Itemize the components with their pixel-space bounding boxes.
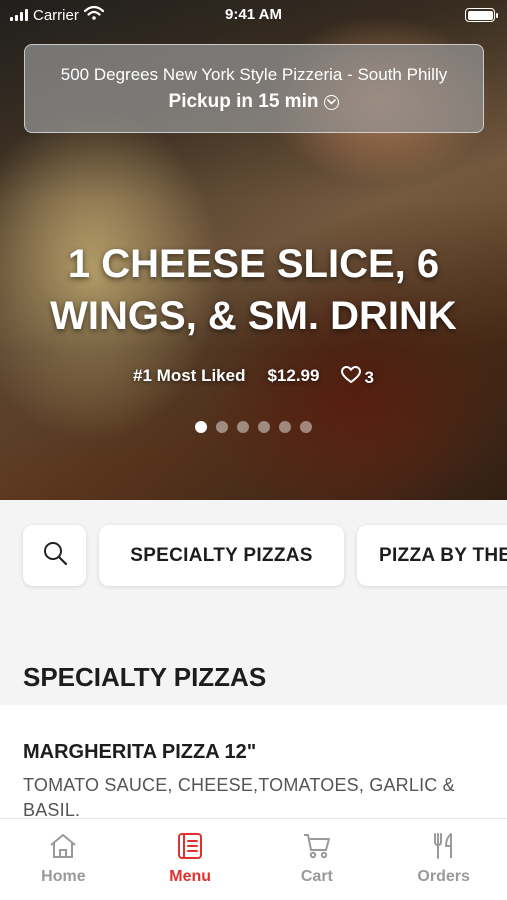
- promo-rank: #1 Most Liked: [133, 366, 246, 385]
- cart-icon: [302, 832, 332, 860]
- tab-cart[interactable]: Cart: [254, 819, 381, 900]
- menu-item[interactable]: MARGHERITA PIZZA 12" TOMATO SAUCE, CHEES…: [0, 705, 507, 820]
- section-title: SPECIALTY PIZZAS: [23, 662, 267, 692]
- battery-icon: [465, 8, 498, 22]
- pickup-time-label: Pickup in 15 min: [168, 91, 319, 112]
- carousel-dot[interactable]: [279, 421, 291, 433]
- tab-menu[interactable]: Menu: [127, 819, 254, 900]
- promo-price: $12.99: [267, 366, 320, 385]
- category-chip-specialty-pizzas[interactable]: SPECIALTY PIZZAS: [99, 525, 344, 586]
- category-chip-pizza-by-the-slice[interactable]: PIZZA BY THE SLICE: [357, 525, 507, 586]
- tab-home-label: Home: [41, 868, 86, 885]
- tab-cart-label: Cart: [300, 868, 333, 885]
- tab-orders-label: Orders: [417, 868, 470, 885]
- promo-hero[interactable]: Carrier 9:41 AM 500 Degrees New York Sty…: [0, 0, 507, 500]
- promo-meta: #1 Most Liked $12.99 3: [0, 366, 507, 389]
- promo-title: 1 CHEESE SLICE, 6 WINGS, & SM. DRINK: [50, 242, 457, 338]
- pickup-selector[interactable]: 500 Degrees New York Style Pizzeria - So…: [24, 44, 484, 133]
- chevron-down-icon: [324, 94, 340, 110]
- status-time: 9:41 AM: [225, 6, 282, 23]
- menu-item-name: MARGHERITA PIZZA 12": [23, 741, 257, 763]
- home-icon: [48, 832, 78, 860]
- tab-home[interactable]: Home: [0, 819, 127, 900]
- tab-menu-label: Menu: [169, 868, 212, 885]
- carousel-dot[interactable]: [237, 421, 249, 433]
- utensils-icon: [430, 832, 458, 860]
- status-bar: Carrier 9:41 AM: [0, 0, 507, 30]
- carousel-dot[interactable]: [195, 421, 207, 433]
- section-header: SPECIALTY PIZZAS: [0, 610, 507, 705]
- category-bar[interactable]: SPECIALTY PIZZAS PIZZA BY THE SLICE: [0, 500, 507, 610]
- likes-count: 3: [364, 367, 374, 387]
- menu-item-description: TOMATO SAUCE, CHEESE,TOMATOES, GARLIC & …: [23, 775, 455, 820]
- tab-bar: Home Menu Cart Orders: [0, 818, 507, 900]
- tab-orders[interactable]: Orders: [380, 819, 507, 900]
- carousel-dot[interactable]: [300, 421, 312, 433]
- restaurant-name: 500 Degrees New York Style Pizzeria - So…: [60, 65, 448, 84]
- promo-likes[interactable]: 3: [341, 366, 374, 389]
- menu-icon: [177, 832, 203, 860]
- carousel-dots[interactable]: [0, 421, 507, 433]
- search-button[interactable]: [23, 525, 86, 586]
- pickup-time: Pickup in 15 min: [25, 91, 483, 113]
- carousel-dot[interactable]: [258, 421, 270, 433]
- carousel-dot[interactable]: [216, 421, 228, 433]
- search-icon: [42, 540, 68, 572]
- heart-icon: [341, 366, 362, 389]
